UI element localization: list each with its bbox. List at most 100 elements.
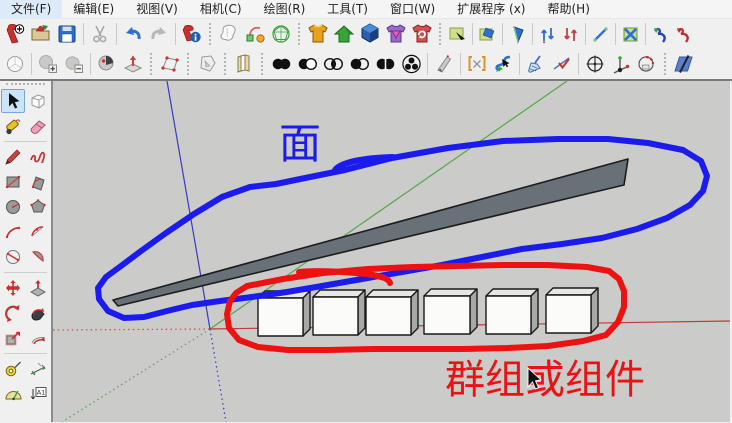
arc-path-button[interactable] xyxy=(242,21,268,47)
sort-blue-button[interactable] xyxy=(536,21,559,47)
group-box[interactable] xyxy=(312,289,366,336)
tape-measure-tool[interactable] xyxy=(1,357,25,381)
menu-draw[interactable]: 绘图(R) xyxy=(253,0,317,19)
sidebar-separator xyxy=(1,351,50,356)
circle-tool[interactable] xyxy=(1,195,25,219)
model-face[interactable] xyxy=(112,158,629,307)
polygon-tool[interactable] xyxy=(26,195,50,219)
circle-crosshair-button[interactable] xyxy=(582,51,608,77)
protractor-tool[interactable] xyxy=(1,382,25,406)
square-slash-button[interactable] xyxy=(671,51,697,77)
menu-help[interactable]: 帮助(H) xyxy=(536,0,600,19)
component-blue-button[interactable] xyxy=(357,21,383,47)
follow-me-tool[interactable] xyxy=(26,301,50,325)
sphere-button[interactable] xyxy=(2,51,28,77)
polygon-gray-button[interactable] xyxy=(194,51,220,77)
model-info-button[interactable] xyxy=(179,21,205,47)
solid-subtract-button[interactable] xyxy=(346,51,372,77)
arc-tool[interactable] xyxy=(1,220,25,244)
component-green-button[interactable] xyxy=(331,21,357,47)
pages-button[interactable] xyxy=(231,51,257,77)
dimensions-tool[interactable] xyxy=(26,357,50,381)
freehand-tool[interactable] xyxy=(26,145,50,169)
offset-tool[interactable] xyxy=(26,326,50,350)
redo-button[interactable] xyxy=(146,21,172,47)
toolbar-grip[interactable] xyxy=(261,53,264,75)
toolbar-grip[interactable] xyxy=(209,23,212,45)
make-component-tool[interactable] xyxy=(26,89,50,113)
menu-view[interactable]: 视图(V) xyxy=(125,0,189,19)
component-orange-button[interactable] xyxy=(305,21,331,47)
plane-arrow-button[interactable] xyxy=(120,51,146,77)
menu-camera[interactable]: 相机(C) xyxy=(189,0,253,19)
text-tool[interactable]: A1 xyxy=(26,382,50,406)
group-box[interactable] xyxy=(485,288,539,335)
two-point-arc-tool[interactable] xyxy=(26,220,50,244)
sort-red-button[interactable] xyxy=(559,21,582,47)
select-tool[interactable] xyxy=(1,89,25,113)
move-tool[interactable] xyxy=(1,276,25,300)
axis-pin-button[interactable] xyxy=(608,51,634,77)
save-button[interactable] xyxy=(54,21,80,47)
segment-button[interactable] xyxy=(589,21,612,47)
separator xyxy=(83,23,84,45)
solid-union-button[interactable] xyxy=(320,51,346,77)
menu-edit[interactable]: 编辑(E) xyxy=(62,0,125,19)
solid-trim-button[interactable] xyxy=(372,51,398,77)
sphere-add-button[interactable] xyxy=(35,51,61,77)
curve-red-button[interactable] xyxy=(672,21,695,47)
sphere-dot-button[interactable] xyxy=(94,51,120,77)
component-red-button[interactable] xyxy=(409,21,435,47)
cut-button[interactable] xyxy=(87,21,113,47)
push-pull-tool[interactable] xyxy=(26,276,50,300)
toolbar-grip[interactable] xyxy=(224,53,227,75)
rotated-rectangle-tool[interactable] xyxy=(26,170,50,194)
undo-button[interactable] xyxy=(120,21,146,47)
eraser-tool[interactable] xyxy=(26,114,50,138)
check-edge-button[interactable] xyxy=(549,51,575,77)
solid-outer-shell-button[interactable] xyxy=(268,51,294,77)
s-curve-button[interactable] xyxy=(490,51,516,77)
drawing-viewport[interactable]: 面 群组或组件 xyxy=(53,81,730,422)
pie-tool[interactable] xyxy=(26,245,50,269)
group-box[interactable] xyxy=(365,289,419,336)
menu-extensions[interactable]: 扩展程序 (x) xyxy=(446,0,536,19)
brackets-x-button[interactable] xyxy=(464,51,490,77)
menu-file[interactable]: 文件(F) xyxy=(0,0,63,19)
line-tool[interactable] xyxy=(1,145,25,169)
open-button[interactable] xyxy=(28,21,54,47)
outline-tool-button[interactable] xyxy=(216,21,242,47)
pencil-bar-button[interactable] xyxy=(431,51,457,77)
triangle-button[interactable] xyxy=(506,21,529,47)
scale-tool[interactable] xyxy=(1,326,25,350)
quad-points-button[interactable] xyxy=(157,51,183,77)
component-purple-button[interactable] xyxy=(383,21,409,47)
menu-window[interactable]: 窗口(W) xyxy=(379,0,446,19)
toolbar-grip[interactable] xyxy=(298,23,301,45)
three-point-arc-tool[interactable] xyxy=(1,245,25,269)
solid-intersect-button[interactable] xyxy=(294,51,320,77)
clean-button[interactable] xyxy=(523,51,549,77)
geodesic-button[interactable] xyxy=(268,21,294,47)
toolbar-grip[interactable] xyxy=(439,23,442,45)
curve-blue-button[interactable] xyxy=(649,21,672,47)
tag-blue-button[interactable] xyxy=(476,21,499,47)
toolbar-grip[interactable] xyxy=(187,53,190,75)
toolbar-grip[interactable] xyxy=(150,53,153,75)
new-button[interactable] xyxy=(2,21,28,47)
group-box[interactable] xyxy=(423,288,478,335)
toolbar-grip[interactable] xyxy=(6,83,45,87)
sphere-subtract-button[interactable] xyxy=(61,51,87,77)
menu-tools[interactable]: 工具(T) xyxy=(316,0,379,19)
rotate-tool[interactable] xyxy=(1,301,25,325)
cross-button[interactable] xyxy=(619,21,642,47)
paint-bucket-tool[interactable] xyxy=(1,114,25,138)
group-box[interactable] xyxy=(545,287,599,334)
toolbar-grip[interactable] xyxy=(664,53,667,75)
solid-split-button[interactable] xyxy=(398,51,424,77)
arc-path-icon xyxy=(246,26,265,43)
tag-black-button[interactable] xyxy=(446,21,469,47)
rectangle-tool[interactable] xyxy=(1,170,25,194)
circle-arc-button[interactable] xyxy=(634,51,660,77)
brackets-x-icon xyxy=(468,56,486,71)
